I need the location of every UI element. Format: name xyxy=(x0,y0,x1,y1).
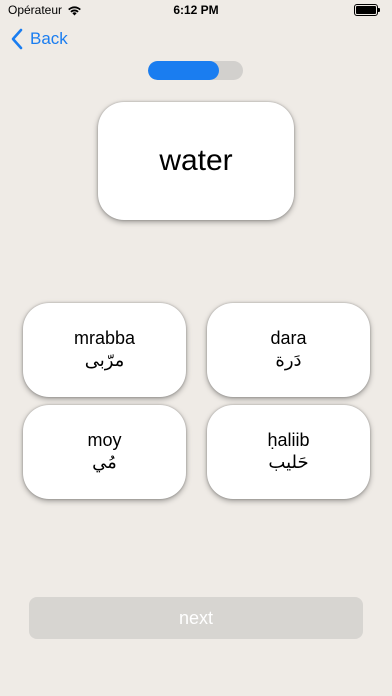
back-label: Back xyxy=(30,29,68,48)
progress-fill xyxy=(148,61,220,80)
status-bar: Opérateur 6:12 PM xyxy=(0,0,392,22)
answer-option-4[interactable]: ḥaliib حَليب xyxy=(207,405,370,499)
answer-option-1[interactable]: mrabba مرّبى xyxy=(23,303,186,397)
progress-bar xyxy=(148,61,243,80)
question-word: water xyxy=(159,144,233,177)
answer-option-3[interactable]: moy مُي xyxy=(23,405,186,499)
battery-icon xyxy=(354,4,380,16)
next-button[interactable]: next xyxy=(29,597,363,639)
answer-option-2[interactable]: dara دَرة xyxy=(207,303,370,397)
option-transliteration: ḥaliib xyxy=(267,430,310,450)
option-arabic: دَرة xyxy=(275,350,302,371)
status-time: 6:12 PM xyxy=(173,3,219,17)
option-transliteration: dara xyxy=(270,328,307,348)
option-arabic: مُي xyxy=(92,452,117,473)
battery-level xyxy=(356,6,376,14)
option-transliteration: mrabba xyxy=(73,328,136,348)
back-button[interactable]: Back xyxy=(10,28,68,50)
option-arabic: حَليب xyxy=(268,452,309,473)
question-card: water xyxy=(98,102,294,220)
option-transliteration: moy xyxy=(87,430,122,450)
next-label: next xyxy=(178,607,214,628)
option-arabic: مرّبى xyxy=(84,350,125,371)
chevron-left-icon xyxy=(11,28,23,50)
